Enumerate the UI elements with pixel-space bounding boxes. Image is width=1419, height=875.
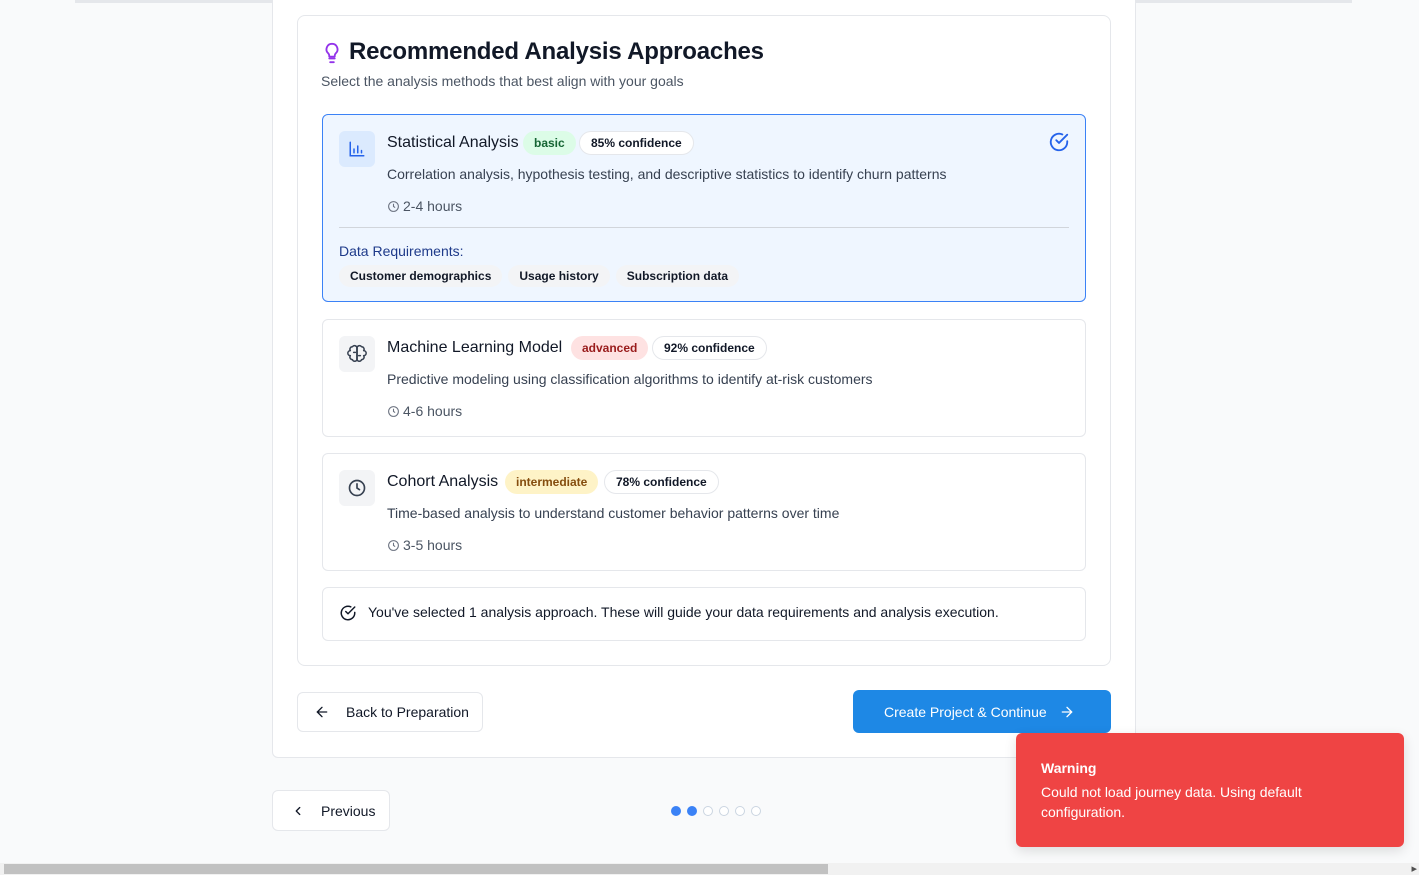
step-dot-6[interactable] bbox=[751, 806, 761, 816]
data-requirements-label: Data Requirements: bbox=[339, 243, 464, 259]
toast-title: Warning bbox=[1041, 760, 1097, 776]
approach-name: Cohort Analysis bbox=[387, 473, 499, 490]
approach-card-machine-learning[interactable]: Machine Learning Model advanced 92% conf… bbox=[322, 319, 1086, 437]
approach-duration: 3-5 hours bbox=[387, 537, 462, 553]
confidence-badge: 92% confidence bbox=[652, 336, 767, 360]
back-to-preparation-button[interactable]: Back to Preparation bbox=[297, 692, 483, 732]
step-dot-1[interactable] bbox=[671, 806, 681, 816]
approach-duration: 2-4 hours bbox=[387, 198, 462, 214]
confidence-badge: 78% confidence bbox=[604, 470, 719, 494]
step-dot-5[interactable] bbox=[735, 806, 745, 816]
duration-text: 2-4 hours bbox=[403, 198, 463, 214]
arrow-right-icon bbox=[1059, 704, 1075, 720]
approach-name: Statistical Analysis bbox=[387, 134, 519, 151]
divider bbox=[339, 227, 1069, 228]
bar-chart-icon bbox=[339, 131, 375, 167]
back-button-label: Back to Preparation bbox=[346, 704, 469, 720]
scroll-right-arrow-icon[interactable]: ▸ bbox=[1411, 862, 1417, 875]
clock-small-icon bbox=[387, 405, 400, 418]
requirement-chip: Subscription data bbox=[615, 265, 740, 287]
check-circle-icon bbox=[339, 604, 357, 622]
previous-button-label: Previous bbox=[321, 802, 376, 819]
duration-text: 3-5 hours bbox=[403, 537, 463, 553]
toast-message: Could not load journey data. Using defau… bbox=[1041, 784, 1302, 820]
clock-small-icon bbox=[387, 539, 400, 552]
approach-card-cohort-analysis[interactable]: Cohort Analysis intermediate 78% confide… bbox=[322, 453, 1086, 571]
brain-icon bbox=[339, 336, 375, 372]
step-dot-3[interactable] bbox=[703, 806, 713, 816]
level-badge: intermediate bbox=[505, 470, 599, 494]
scrollbar-thumb[interactable] bbox=[4, 864, 828, 874]
horizontal-scrollbar[interactable]: ▸ bbox=[0, 863, 1419, 875]
arrow-left-icon bbox=[314, 704, 330, 720]
summary-text: You've selected 1 analysis approach. The… bbox=[368, 604, 999, 620]
requirement-chip: Usage history bbox=[508, 265, 610, 287]
duration-text: 4-6 hours bbox=[403, 403, 463, 419]
level-badge: basic bbox=[523, 131, 576, 155]
previous-button[interactable]: Previous bbox=[272, 790, 390, 831]
section-subtitle: Select the analysis methods that best al… bbox=[321, 73, 684, 89]
selected-check-icon bbox=[1048, 131, 1070, 153]
step-dot-4[interactable] bbox=[719, 806, 729, 816]
clock-icon bbox=[339, 470, 375, 506]
step-dot-2[interactable] bbox=[687, 806, 697, 816]
approach-description: Time-based analysis to understand custom… bbox=[387, 505, 840, 521]
chevron-left-icon bbox=[291, 804, 305, 818]
create-project-button[interactable]: Create Project & Continue bbox=[853, 690, 1111, 733]
approach-description: Predictive modeling using classification… bbox=[387, 371, 873, 387]
approach-duration: 4-6 hours bbox=[387, 403, 462, 419]
create-button-label: Create Project & Continue bbox=[884, 703, 1047, 720]
approach-description: Correlation analysis, hypothesis testing… bbox=[387, 166, 947, 182]
section-title: Recommended Analysis Approaches bbox=[349, 38, 764, 65]
data-requirements-list: Customer demographics Usage history Subs… bbox=[339, 265, 740, 287]
warning-toast[interactable]: Warning Could not load journey data. Usi… bbox=[1016, 733, 1404, 847]
approach-card-statistical-analysis[interactable]: Statistical Analysis basic 85% confidenc… bbox=[322, 114, 1086, 302]
approach-name: Machine Learning Model bbox=[387, 339, 563, 356]
selection-summary: You've selected 1 analysis approach. The… bbox=[322, 587, 1086, 641]
level-badge: advanced bbox=[571, 336, 649, 360]
step-indicator bbox=[671, 806, 761, 816]
lightbulb-icon bbox=[321, 42, 343, 64]
requirement-chip: Customer demographics bbox=[339, 265, 503, 287]
clock-small-icon bbox=[387, 200, 400, 213]
confidence-badge: 85% confidence bbox=[579, 131, 694, 155]
